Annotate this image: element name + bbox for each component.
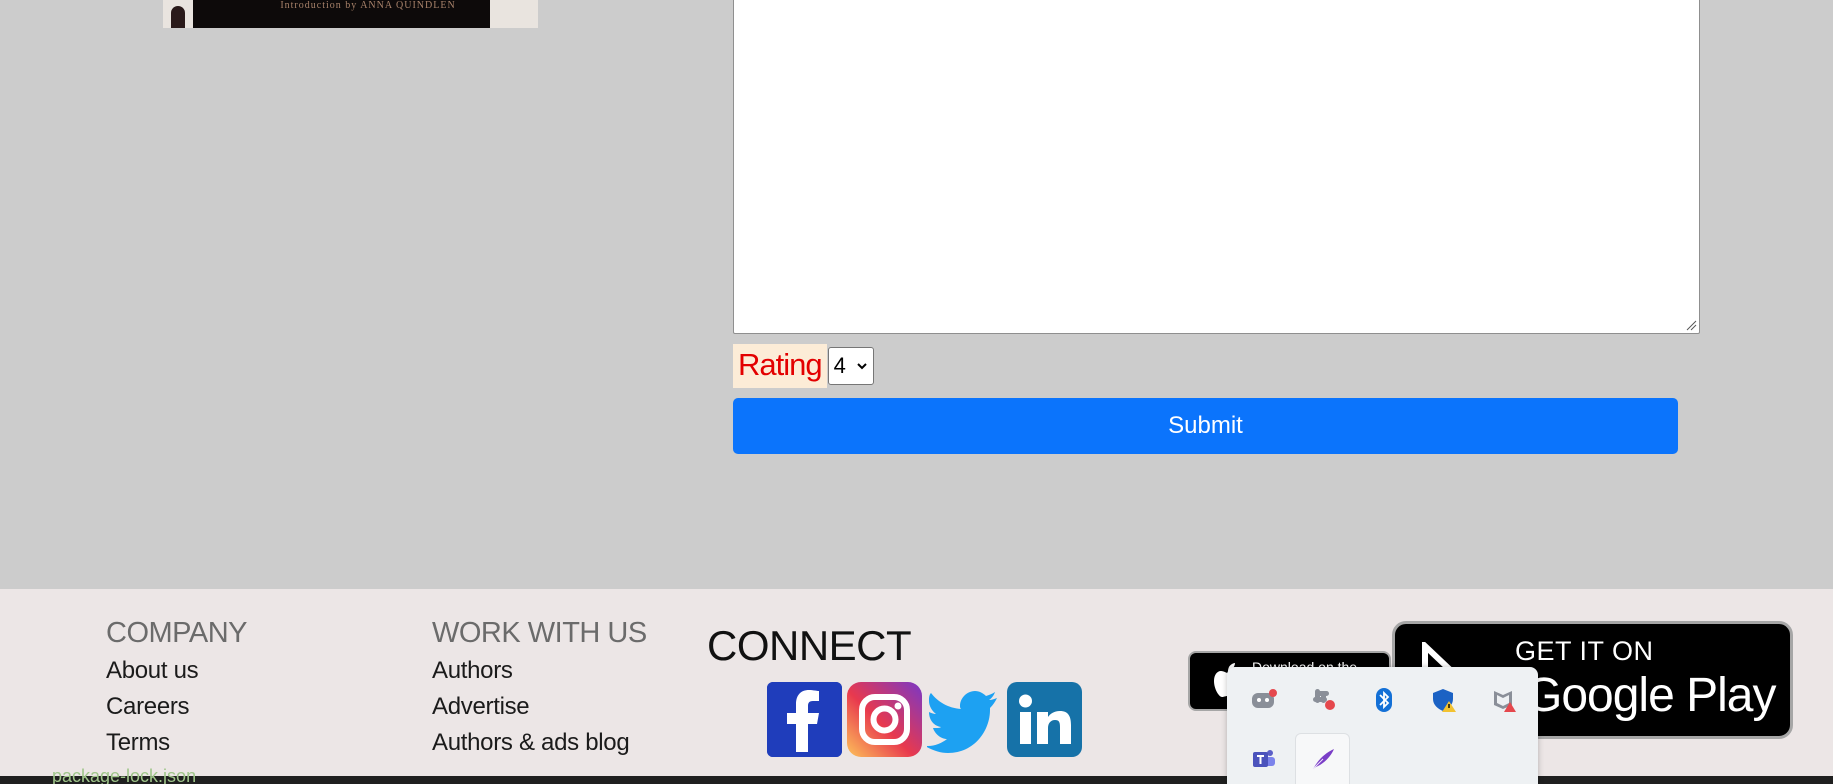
rating-select[interactable]: 4 bbox=[827, 347, 874, 385]
facebook-icon[interactable] bbox=[767, 682, 842, 757]
footer-link-advertise[interactable]: Advertise bbox=[432, 692, 647, 722]
instagram-icon[interactable] bbox=[847, 682, 922, 757]
bluetooth-icon[interactable] bbox=[1370, 686, 1398, 714]
footer-link-authors-ads-blog[interactable]: Authors & ads blog bbox=[432, 728, 647, 758]
footer-link-careers[interactable]: Careers bbox=[106, 692, 247, 722]
taskbar-file-text[interactable]: package-lock.json bbox=[52, 766, 196, 784]
social-links bbox=[767, 682, 1082, 757]
slack-icon[interactable] bbox=[1310, 686, 1338, 714]
footer-link-about[interactable]: About us bbox=[106, 656, 247, 686]
windows-security-icon[interactable] bbox=[1430, 686, 1458, 714]
resize-grip-icon[interactable] bbox=[1685, 319, 1697, 331]
system-tray-popup bbox=[1227, 667, 1538, 784]
twitter-icon[interactable] bbox=[927, 682, 1002, 757]
footer-work-column: WORK WITH US Authors Advertise Authors &… bbox=[432, 617, 647, 758]
discord-icon[interactable] bbox=[1250, 686, 1278, 714]
book-cover-image: Introduction by ANNA QUINDLEN bbox=[163, 0, 538, 28]
footer-link-terms[interactable]: Terms bbox=[106, 728, 247, 758]
submit-button[interactable]: Submit bbox=[733, 398, 1678, 454]
book-cover-figure bbox=[163, 0, 193, 28]
rating-row: Rating 4 bbox=[733, 344, 874, 388]
footer-company-column: COMPANY About us Careers Terms bbox=[106, 617, 247, 758]
rating-selected-value: 4 bbox=[833, 353, 846, 378]
rating-label: Rating bbox=[733, 344, 827, 388]
quill-icon[interactable] bbox=[1309, 745, 1337, 773]
footer-link-authors[interactable]: Authors bbox=[432, 656, 647, 686]
footer-connect-heading: CONNECT bbox=[707, 622, 912, 669]
linkedin-icon[interactable] bbox=[1007, 682, 1082, 757]
teams-icon[interactable] bbox=[1250, 745, 1278, 773]
chevron-down-icon bbox=[856, 363, 867, 370]
book-cover-edge bbox=[490, 0, 538, 28]
google-play-line2: Google Play bbox=[1525, 669, 1776, 722]
taskbar: package-lock.json bbox=[0, 766, 1833, 784]
book-cover-intro-text: Introduction by ANNA QUINDLEN bbox=[280, 0, 456, 11]
google-play-line1: GET IT ON bbox=[1515, 636, 1654, 666]
review-textarea[interactable] bbox=[733, 0, 1700, 334]
footer-work-heading: WORK WITH US bbox=[432, 617, 647, 649]
mcafee-icon[interactable] bbox=[1490, 686, 1518, 714]
footer-company-heading: COMPANY bbox=[106, 617, 247, 649]
footer: COMPANY About us Careers Terms WORK WITH… bbox=[0, 589, 1833, 784]
